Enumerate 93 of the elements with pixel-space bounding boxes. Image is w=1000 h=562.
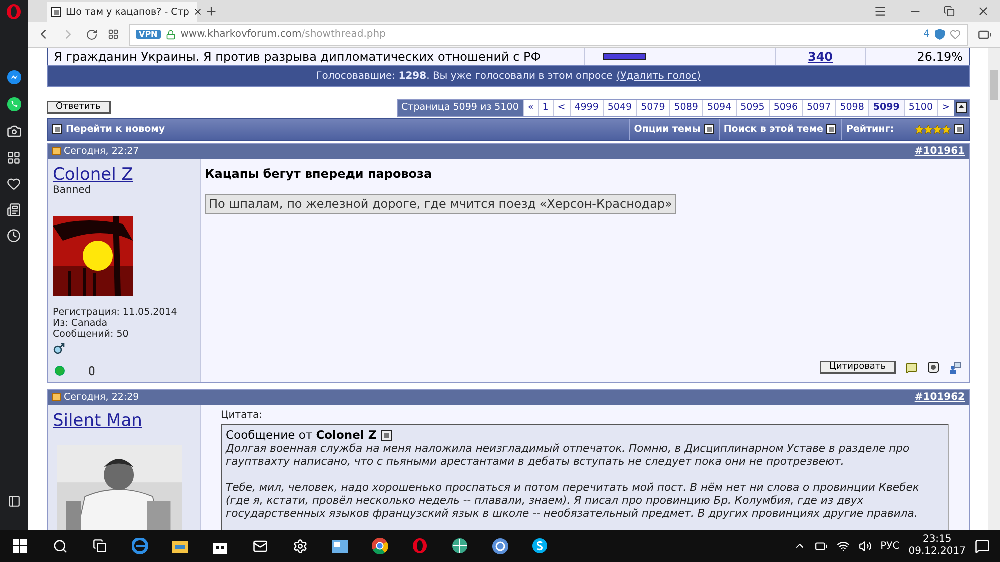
language-indicator[interactable]: РУС [880, 540, 900, 552]
post-text: По шпалам, по железной дороге, где мчится поезд «Херсон-Краснодар» [205, 194, 676, 214]
lock-icon [166, 30, 176, 40]
chat-icon[interactable] [6, 70, 22, 85]
blocked-count: 4 [924, 29, 930, 40]
thread-search-menu[interactable]: Поиск в этой теме [718, 119, 842, 140]
post-icon [52, 147, 61, 156]
reload-icon[interactable] [86, 28, 98, 40]
document-icon [51, 6, 62, 18]
star-icon [933, 125, 942, 134]
user-detail: Регистрация: 11.05.2014 [53, 307, 178, 318]
user-chat-icon[interactable] [949, 362, 961, 374]
document-icon [954, 124, 965, 135]
shield-icon[interactable] [935, 29, 945, 40]
windows-logo-icon[interactable] [13, 539, 27, 553]
quote-label: Цитата: [221, 410, 264, 421]
go-to-new-link[interactable]: Перейти к новому [48, 119, 170, 140]
tab-title: Шо там у кацапов? - Стр [66, 6, 190, 18]
settings-icon[interactable] [292, 538, 308, 554]
report-icon[interactable] [928, 362, 939, 373]
address-field[interactable]: VPN www.kharkovforum.com/showthread.php 4 [129, 24, 968, 46]
grid-icon[interactable] [7, 151, 21, 165]
star-icon [942, 125, 951, 134]
quote-author: Сообщение от Colonel Z [226, 428, 377, 442]
folder-icon[interactable] [172, 539, 188, 553]
page-link[interactable]: 5089 [669, 100, 702, 116]
poll-percent: 26.19% [917, 50, 963, 64]
post-number-link[interactable]: #101962 [914, 392, 965, 403]
page-menu-button[interactable] [954, 100, 969, 116]
phone-chat-icon[interactable] [6, 97, 22, 112]
page-link[interactable]: 5079 [636, 100, 670, 116]
page-label: Страница 5099 из 5100 [398, 100, 523, 116]
user-rank: Banned [53, 185, 92, 196]
close-icon[interactable] [193, 7, 204, 17]
user-detail: Из: Canada [53, 318, 109, 329]
new-tab-icon[interactable] [205, 5, 218, 18]
globe-icon[interactable] [452, 538, 468, 554]
clock-time: 23:15 [922, 534, 952, 546]
close-icon[interactable] [977, 4, 990, 18]
gender-icon [53, 343, 65, 355]
star-icon [915, 125, 924, 134]
voters-text: Голосовавшие: 1298. Вы уже голосовали в этом опросе [316, 70, 613, 82]
page-link[interactable]: 5099 [868, 100, 904, 116]
sidebar-toggle-icon[interactable] [8, 495, 20, 508]
skype-icon[interactable] [532, 538, 548, 554]
post-title: Кацапы бегут впереди паровоза [205, 167, 434, 181]
post-icon [52, 393, 61, 402]
reply-button[interactable]: Ответить [47, 101, 111, 114]
history-icon[interactable] [7, 229, 21, 243]
menu-icon[interactable] [874, 4, 887, 18]
task-view-icon[interactable] [93, 539, 107, 553]
torrent-icon[interactable] [492, 538, 508, 554]
document-icon [52, 124, 63, 135]
quote-text: Тебе, мил, человек, надо хорошенько проспаться и потом перечитать мой пост. В нём нет ни слова о провинции Квебек (где я, кстати, провёл несколько недель -- плавали, знаем). Я писал про провинцию Бр. Колумбия, где из двух государственных языков французский язык в школе -- необязательный предмет. В других провинциях другие правила. [226, 481, 920, 520]
username-link[interactable]: Silent Man [53, 411, 142, 431]
thread-options-menu[interactable]: Опции темы [629, 119, 719, 140]
star-icon [924, 125, 933, 134]
restore-icon[interactable] [944, 6, 955, 16]
page-link[interactable]: 5098 [835, 100, 868, 116]
view-post-icon[interactable] [380, 430, 392, 440]
user-detail: Сообщений: 50 [53, 329, 130, 340]
news-icon[interactable] [7, 203, 21, 217]
browser-e-icon[interactable] [132, 538, 148, 554]
username-link[interactable]: Colonel Z [53, 165, 134, 185]
opera-icon[interactable] [412, 538, 428, 554]
poll-option: Я гражданин Украины. Я против разрыва дипломатических отношений с РФ [54, 50, 542, 64]
quote-text: Долгая военная служба на меня наложила неизгладимый отпечаток. Помню, в Дисциплинарном Уставе в разделе про гауптвахту написано, что с пьяными арестантами в дебаты вступать не следует пока они не протрезвеют. [226, 442, 911, 468]
chrome-icon[interactable] [372, 538, 388, 554]
camera-icon[interactable] [6, 124, 22, 139]
scrollbar[interactable] [988, 48, 1000, 530]
volume-icon[interactable] [858, 540, 872, 552]
vpn-badge[interactable]: VPN [136, 30, 161, 39]
rating-label: Рейтинг: [846, 124, 894, 135]
search-icon[interactable] [52, 538, 68, 554]
post-number-link[interactable]: #101961 [914, 146, 965, 157]
document-icon [704, 124, 715, 135]
mail-icon[interactable] [252, 538, 268, 554]
votes-link[interactable]: 340 [808, 50, 834, 64]
browser-logo-icon[interactable] [6, 4, 22, 20]
monitor-icon[interactable] [332, 540, 348, 552]
battery-icon[interactable] [814, 540, 828, 552]
speed-dial-icon[interactable] [108, 29, 119, 40]
post-time: Сегодня, 22:27 [64, 146, 140, 157]
multi-quote-icon[interactable] [906, 362, 918, 374]
clock[interactable]: 23:15 09.12.2017 [908, 534, 966, 558]
clock-date: 09.12.2017 [908, 546, 966, 558]
document-icon [826, 124, 838, 135]
notifications-icon[interactable] [975, 538, 990, 554]
post-time: Сегодня, 22:29 [64, 392, 140, 403]
url-text: www.kharkovforum.com/showthread.php [180, 29, 386, 40]
remove-vote-link[interactable]: (Удалить голос) [616, 70, 701, 82]
quote-button[interactable]: Цитировать [820, 361, 896, 374]
wifi-icon[interactable] [836, 540, 850, 552]
